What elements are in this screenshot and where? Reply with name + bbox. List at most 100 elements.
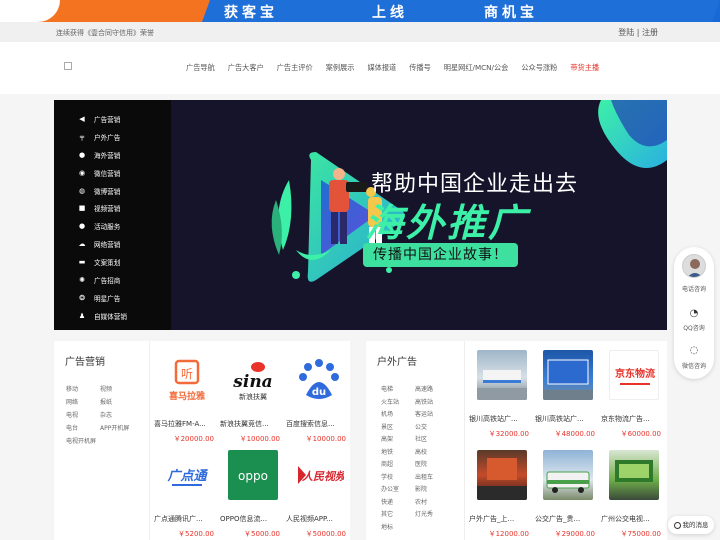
- tag-link[interactable]: 高架: [381, 436, 415, 443]
- nav-item-channels[interactable]: 传播号: [409, 63, 431, 73]
- nav-item-celebrity-mcn[interactable]: 明星网红/MCN/公会: [444, 63, 509, 73]
- product-card-yinchuan-station-1[interactable]: 银川高铁站广... ￥32000.00: [469, 350, 535, 439]
- tag-link[interactable]: 报纸: [100, 399, 134, 406]
- tag-link[interactable]: 学校: [381, 474, 415, 481]
- tag-link[interactable]: 商超: [381, 461, 415, 468]
- category-item-online[interactable]: ☁ 网络营销: [54, 235, 171, 253]
- banner-slogan-2: 上线: [372, 5, 408, 21]
- tag-link[interactable]: 影院: [415, 486, 449, 493]
- banner-blue-shape: [201, 0, 720, 22]
- product-card-bus-guiyang[interactable]: 公交广告_贵... ￥29000.00: [535, 450, 601, 539]
- tag-link[interactable]: 景区: [381, 424, 415, 431]
- product-card-guangzhou-bus-tv[interactable]: 广州公交电视... ￥75000.00: [601, 450, 667, 539]
- support-avatar[interactable]: [682, 254, 706, 278]
- product-card-baidu[interactable]: du 百度搜索信息... ￥10000.00: [286, 355, 352, 444]
- tag-link[interactable]: 视频: [100, 386, 134, 393]
- banner-slogan-1: 获客宝: [224, 5, 278, 21]
- nav-item-cases[interactable]: 案例展示: [326, 63, 355, 73]
- yinchuan-station-ad-photo: [543, 350, 593, 400]
- tag-link[interactable]: 移动: [66, 386, 100, 393]
- main-nav: 广告导航 广告大客户 广告主评价 案例展示 媒体报道 传播号 明星网红/MCN/…: [186, 63, 612, 73]
- circle-icon: ●: [78, 222, 86, 231]
- sina-logo: sina 新浪扶翼: [228, 355, 278, 405]
- nav-item-wechat-followers[interactable]: 公众号涨粉: [521, 63, 557, 73]
- tag-link[interactable]: 医院: [415, 461, 449, 468]
- tag-link[interactable]: 地铁: [381, 449, 415, 456]
- svg-text:du: du: [312, 387, 326, 398]
- tag-link[interactable]: 机场: [381, 411, 415, 418]
- register-link[interactable]: 注册: [642, 28, 658, 37]
- product-card-outdoor-shanghai[interactable]: 户外广告_上... ￥12000.00: [469, 450, 535, 539]
- nav-item-key-accounts[interactable]: 广告大客户: [228, 63, 264, 73]
- product-card-ximalaya[interactable]: 听喜马拉雅 喜马拉雅FM-A... ￥20000.00: [154, 355, 220, 444]
- tag-link[interactable]: 客运站: [415, 411, 449, 418]
- panel-title-ad-marketing: 广告营销: [65, 357, 105, 368]
- nav-item-ad-guide[interactable]: 广告导航: [186, 63, 215, 73]
- product-card-people-video[interactable]: 人民视频 人民视频APP... ￥50000.00: [286, 450, 352, 539]
- product-price: ￥12000.00: [488, 530, 529, 538]
- tag-link[interactable]: 电台: [66, 425, 100, 432]
- product-name: 银川高铁站广...: [535, 415, 584, 423]
- product-price: ￥10000.00: [239, 435, 280, 443]
- qq-icon[interactable]: ◔: [688, 308, 700, 320]
- svg-text:广点通: 广点通: [166, 468, 208, 484]
- wechat-icon[interactable]: ◌: [688, 345, 700, 357]
- product-card-sina[interactable]: sina 新浪扶翼 新浪扶翼竞信... ￥10000.00: [220, 355, 286, 444]
- tag-link[interactable]: 高速路: [415, 386, 449, 393]
- category-item-celebrity[interactable]: ❂ 明星广告: [54, 289, 171, 307]
- wechat-consult-label[interactable]: 微信咨询: [674, 361, 714, 370]
- tag-link[interactable]: 电梯: [381, 386, 415, 393]
- product-card-yinchuan-station-2[interactable]: 银川高铁站广... ￥48000.00: [535, 350, 601, 439]
- login-link[interactable]: 登陆: [618, 28, 634, 37]
- category-item-wechat[interactable]: ◉ 微信营销: [54, 164, 171, 182]
- tag-link[interactable]: 灯光秀: [415, 511, 449, 518]
- tag-link[interactable]: 出租车: [415, 474, 449, 481]
- tag-link[interactable]: 火车站: [381, 399, 415, 406]
- category-item-self-media[interactable]: ♟ 自媒体营销: [54, 307, 171, 325]
- category-item-outdoor[interactable]: ╤ 户外广告: [54, 128, 171, 146]
- product-name: 广州公交电视...: [601, 515, 650, 523]
- tag-link[interactable]: 公交: [415, 424, 449, 431]
- product-card-guangdiantong[interactable]: 广点通 广点通腾讯广... ￥5200.00: [154, 450, 220, 539]
- nav-item-livestream-hosts[interactable]: 带货主播: [570, 63, 599, 73]
- category-item-copywriting[interactable]: ▬ 文案策划: [54, 253, 171, 271]
- tag-link[interactable]: 快递: [381, 499, 415, 506]
- tag-link[interactable]: 地标: [381, 524, 415, 531]
- product-name: 银川高铁站广...: [469, 415, 518, 423]
- qq-consult-label[interactable]: QQ咨询: [674, 323, 714, 332]
- nav-item-reviews[interactable]: 广告主评价: [277, 63, 313, 73]
- tag-link[interactable]: 电视: [66, 412, 100, 419]
- tag-link[interactable]: 办公室: [381, 486, 415, 493]
- tag-link[interactable]: 网络: [66, 399, 100, 406]
- nav-item-media-reports[interactable]: 媒体报道: [367, 63, 396, 73]
- product-name: 百度搜索信息...: [286, 420, 335, 428]
- category-item-weibo[interactable]: ◍ 微博营销: [54, 182, 171, 200]
- product-card-jd-logistics[interactable]: 京东物流 京东物流广告... ￥60000.00: [601, 350, 667, 439]
- tag-link[interactable]: 社区: [415, 436, 449, 443]
- honor-notice: 连续获得《壹合同守信用》荣誉: [56, 29, 154, 37]
- category-item-overseas[interactable]: ● 海外营销: [54, 146, 171, 164]
- auth-links: 登陆 | 注册: [618, 27, 658, 38]
- top-promo-banner[interactable]: 获客宝 上线 商机宝: [0, 0, 720, 22]
- category-item-video[interactable]: ■ 视频营销: [54, 199, 171, 217]
- product-price: ￥20000.00: [173, 435, 214, 443]
- tag-link[interactable]: 农村: [415, 499, 449, 506]
- category-item-ad-marketing[interactable]: ◀ 广告营销: [54, 110, 171, 128]
- product-card-oppo[interactable]: oppo OPPO信息流... ￥5000.00: [220, 450, 286, 539]
- my-messages-button[interactable]: 我的消息: [668, 516, 714, 534]
- tag-link[interactable]: 杂志: [100, 412, 134, 419]
- top-utility-bar: 连续获得《壹合同守信用》荣誉 登陆 | 注册: [0, 22, 720, 42]
- tag-link[interactable]: 高铁站: [415, 399, 449, 406]
- tag-link[interactable]: 其它: [381, 511, 415, 518]
- svg-text:oppo: oppo: [238, 469, 268, 483]
- tag-link[interactable]: 电视开机屏: [66, 438, 100, 445]
- tag-link[interactable]: APP开机屏: [100, 425, 134, 432]
- product-name: 公交广告_贵...: [535, 515, 581, 523]
- outdoor-ads-panel: 户外广告 电梯 高速路 火车站 高铁站 机场 客运站 景区 公交 高架 社区 地…: [366, 341, 667, 540]
- category-item-events[interactable]: ● 活动服务: [54, 217, 171, 235]
- category-item-investment[interactable]: ✺ 广告招商: [54, 271, 171, 289]
- tag-link[interactable]: 高校: [415, 449, 449, 456]
- phone-consult-label[interactable]: 电话咨询: [674, 284, 714, 293]
- product-price: ￥10000.00: [305, 435, 346, 443]
- site-logo-broken-image[interactable]: [64, 62, 72, 70]
